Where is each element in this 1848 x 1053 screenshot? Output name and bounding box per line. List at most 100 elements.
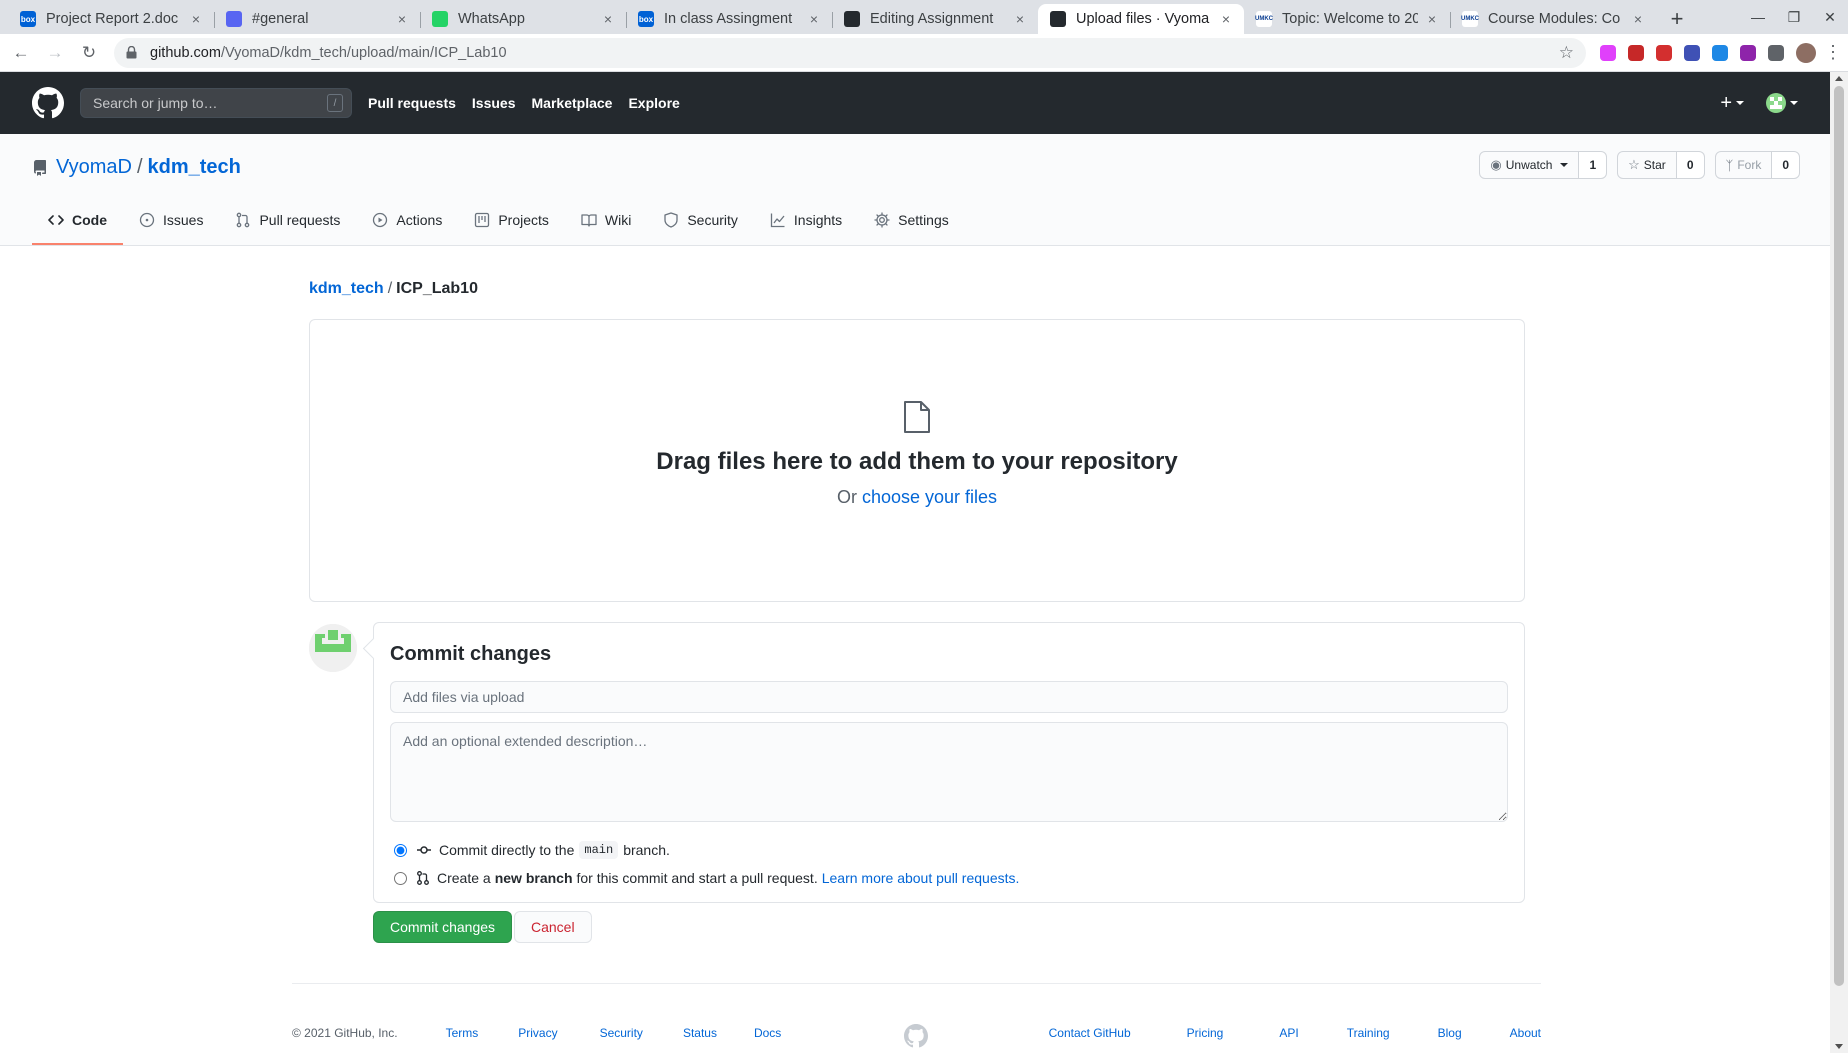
footer-link[interactable]: Docs [754, 1026, 781, 1040]
new-branch-prefix: Create a [437, 870, 491, 886]
tab-close-icon[interactable]: × [1630, 11, 1646, 27]
shield-icon [663, 212, 679, 228]
profile-avatar[interactable] [1796, 42, 1816, 63]
tab-close-icon[interactable]: × [1218, 11, 1234, 27]
repo-owner-link[interactable]: VyomaD [56, 156, 132, 179]
extension-icon[interactable] [1740, 44, 1756, 61]
commit-direct-option[interactable]: Commit directly to the main branch. [394, 841, 670, 859]
global-nav-link[interactable]: Marketplace [532, 95, 613, 111]
scrollbar-thumb[interactable] [1834, 86, 1844, 986]
footer-link[interactable]: Privacy [518, 1026, 557, 1040]
tab-close-icon[interactable]: × [600, 11, 616, 27]
browser-menu-icon[interactable]: ⋮ [1824, 42, 1842, 63]
repo-tab-wiki[interactable]: Wiki [565, 197, 647, 245]
fork-button[interactable]: ᛉ Fork [1714, 151, 1773, 179]
commit-description-textarea[interactable] [390, 722, 1508, 822]
repository-header: VyomaD / kdm_tech ◉ Unwatch 1 ☆ Star 0 ᛉ Fo… [0, 134, 1830, 246]
branch-name: main [579, 841, 619, 859]
browser-tab[interactable]: WhatsApp × [420, 4, 626, 34]
fork-count[interactable]: 0 [1772, 151, 1800, 179]
repo-name-link[interactable]: kdm_tech [148, 156, 241, 179]
choose-files-link[interactable]: choose your files [862, 487, 997, 507]
footer-link[interactable]: Status [683, 1026, 717, 1040]
bookmark-star-icon[interactable]: ☆ [1559, 43, 1574, 63]
commit-summary-input[interactable] [390, 681, 1508, 713]
browser-tab[interactable]: Upload files · Vyoma × [1038, 4, 1244, 34]
commit-changes-button[interactable]: Commit changes [373, 911, 513, 943]
repo-tab-settings[interactable]: Settings [858, 197, 965, 245]
committer-avatar[interactable] [309, 624, 357, 672]
footer-link[interactable]: Terms [446, 1026, 479, 1040]
footer-link[interactable]: Contact GitHub [1049, 1026, 1131, 1040]
repo-tab-security[interactable]: Security [647, 197, 754, 245]
pull-request-icon [235, 212, 251, 228]
scroll-down-icon[interactable] [1835, 1044, 1843, 1049]
file-drop-zone[interactable]: Drag files here to add them to your repo… [309, 319, 1525, 602]
footer-link[interactable]: Security [600, 1026, 643, 1040]
extension-icon[interactable] [1768, 44, 1784, 61]
new-branch-radio[interactable] [394, 871, 407, 885]
new-branch-option[interactable]: Create a new branch for this commit and … [394, 870, 1019, 886]
address-bar[interactable]: github.com/VyomaD/kdm_tech/upload/main/I… [114, 37, 1586, 68]
forward-icon[interactable]: → [42, 40, 68, 66]
footer-link[interactable]: Blog [1438, 1026, 1462, 1040]
footer-divider [292, 983, 1541, 984]
tab-close-icon[interactable]: × [806, 11, 822, 27]
commit-direct-radio[interactable] [394, 843, 407, 857]
watch-count[interactable]: 1 [1579, 151, 1608, 179]
browser-tab[interactable]: box In class Assingment × [626, 4, 832, 34]
footer-link[interactable]: Pricing [1187, 1026, 1224, 1040]
repo-tab-projects[interactable]: Projects [458, 197, 565, 245]
tab-title: #general [252, 11, 309, 27]
star-button[interactable]: ☆ Star [1617, 151, 1677, 179]
tab-close-icon[interactable]: × [1012, 11, 1028, 27]
github-logo-icon[interactable] [32, 87, 64, 119]
new-tab-button[interactable]: + [1660, 4, 1694, 34]
extension-icon[interactable] [1628, 44, 1644, 61]
cancel-button[interactable]: Cancel [514, 911, 592, 943]
tab-favicon-icon: UMKC [1461, 11, 1479, 27]
browser-tab[interactable]: box Project Report 2.doc × [8, 4, 214, 34]
browser-tab[interactable]: UMKC Topic: Welcome to 20 × [1244, 4, 1450, 34]
repo-tab-actions[interactable]: Actions [356, 197, 458, 245]
minimize-icon[interactable]: — [1740, 0, 1776, 34]
scroll-up-icon[interactable] [1835, 76, 1843, 81]
reload-icon[interactable]: ↻ [76, 40, 102, 66]
github-mark-icon[interactable] [904, 1024, 928, 1048]
footer-link[interactable]: About [1510, 1026, 1541, 1040]
tab-favicon-icon [1050, 11, 1066, 27]
browser-tab[interactable]: #general × [214, 4, 420, 34]
extension-icon[interactable] [1656, 44, 1672, 61]
user-avatar-dropdown[interactable] [1766, 93, 1786, 113]
repo-tab-insights[interactable]: Insights [754, 197, 858, 245]
github-search-input[interactable]: Search or jump to… / [80, 88, 352, 118]
lock-icon [126, 46, 138, 60]
tab-close-icon[interactable]: × [394, 11, 410, 27]
back-icon[interactable]: ← [8, 40, 34, 66]
extension-icon[interactable] [1600, 44, 1616, 61]
maximize-icon[interactable]: ❐ [1776, 0, 1812, 34]
global-nav-link[interactable]: Issues [472, 95, 516, 111]
create-new-dropdown[interactable]: + [1720, 92, 1744, 115]
star-count[interactable]: 0 [1676, 151, 1705, 179]
extension-icon[interactable] [1684, 44, 1700, 61]
browser-tab[interactable]: UMKC Course Modules: Co × [1450, 4, 1656, 34]
browser-tab[interactable]: Editing Assignment × [832, 4, 1038, 34]
extension-icon[interactable] [1712, 44, 1728, 61]
footer-link[interactable]: API [1279, 1026, 1298, 1040]
repo-tab-issues[interactable]: Issues [123, 197, 219, 245]
breadcrumb-directory: ICP_Lab10 [396, 280, 478, 297]
tab-close-icon[interactable]: × [1424, 11, 1440, 27]
close-window-icon[interactable]: ✕ [1812, 0, 1848, 34]
footer-link[interactable]: Training [1347, 1026, 1390, 1040]
breadcrumb-repo-link[interactable]: kdm_tech [309, 280, 384, 297]
unwatch-button[interactable]: ◉ Unwatch [1479, 151, 1580, 179]
repo-tab-code[interactable]: Code [32, 197, 123, 245]
repo-tab-pull-requests[interactable]: Pull requests [219, 197, 356, 245]
global-nav-link[interactable]: Pull requests [368, 95, 456, 111]
tab-close-icon[interactable]: × [188, 11, 204, 27]
global-nav-link[interactable]: Explore [628, 95, 679, 111]
page-scrollbar[interactable] [1830, 72, 1848, 1053]
github-header: Search or jump to… / Pull requests Issues… [0, 72, 1830, 134]
learn-more-pr-link[interactable]: Learn more about pull requests. [822, 870, 1020, 886]
